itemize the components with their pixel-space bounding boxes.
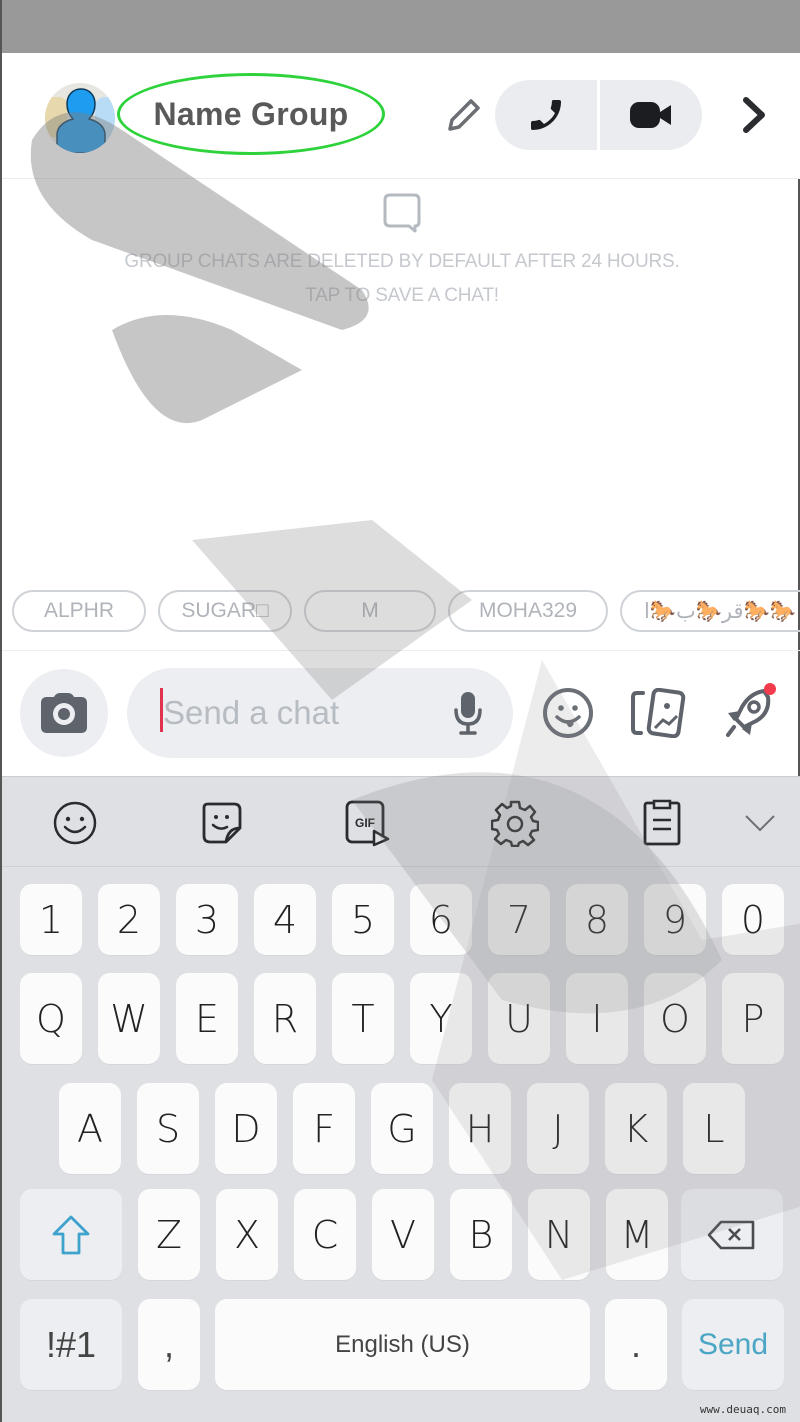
microphone-icon	[454, 692, 482, 735]
key-2[interactable]: 2	[98, 884, 160, 955]
key-6[interactable]: 6	[410, 884, 472, 955]
chat-input-container	[127, 668, 513, 758]
keyboard-collapse-button[interactable]	[734, 797, 786, 849]
shift-arrow-icon	[52, 1215, 90, 1254]
memories-button[interactable]	[628, 683, 688, 743]
key-x[interactable]: X	[216, 1189, 278, 1280]
keyboard: G I F !#1 , English (US) . Send www.deuaq.…	[2, 776, 800, 1422]
key-l[interactable]: L	[683, 1083, 745, 1174]
settings-gear-icon	[491, 800, 539, 847]
key-7[interactable]: 7	[488, 884, 550, 955]
chat-input[interactable]	[163, 668, 433, 758]
camera-icon	[41, 693, 87, 733]
key-w[interactable]: W	[98, 973, 160, 1064]
key-4[interactable]: 4	[254, 884, 316, 955]
svg-text:GIF: GIF	[355, 816, 375, 830]
save-chat-hint[interactable]: TAP TO SAVE A CHAT!	[2, 285, 800, 307]
key-s[interactable]: S	[137, 1083, 199, 1174]
key-c[interactable]: C	[294, 1189, 356, 1280]
key-5[interactable]: 5	[332, 884, 394, 955]
divider	[2, 650, 800, 651]
keyboard-clipboard-button[interactable]	[636, 797, 688, 849]
keyboard-gif-button[interactable]: GIF	[342, 797, 394, 849]
keyboard-toolbar: GIF	[2, 777, 800, 867]
key-3[interactable]: 3	[176, 884, 238, 955]
voice-call-button[interactable]	[495, 80, 597, 150]
key-j[interactable]: J	[527, 1083, 589, 1174]
games-button[interactable]	[718, 683, 778, 743]
smiley-icon	[543, 688, 593, 738]
notification-dot	[764, 683, 776, 695]
backspace-key[interactable]	[681, 1189, 783, 1280]
emoji-icon	[53, 801, 97, 845]
key-d[interactable]: D	[215, 1083, 277, 1174]
member-chip[interactable]: SUGAR□	[158, 590, 292, 632]
key-q[interactable]: Q	[20, 973, 82, 1064]
person-silhouette-icon	[56, 88, 106, 153]
key-m[interactable]: M	[606, 1189, 668, 1280]
key-p[interactable]: P	[722, 973, 784, 1064]
voice-note-button[interactable]	[447, 688, 489, 738]
call-actions	[495, 80, 702, 150]
chevron-right-icon	[743, 97, 765, 133]
chat-header: Name Group	[2, 53, 800, 179]
clipboard-icon	[643, 799, 681, 846]
member-chips: ALPHR SUGAR□ M MOHA329 قر🐎ب🐎ا🐎🐎	[12, 590, 800, 632]
bitmoji-button[interactable]	[538, 683, 598, 743]
key-n[interactable]: N	[528, 1189, 590, 1280]
group-name-title[interactable]: Name Group	[117, 73, 385, 155]
key-v[interactable]: V	[372, 1189, 434, 1280]
key-9[interactable]: 9	[644, 884, 706, 955]
key-k[interactable]: K	[605, 1083, 667, 1174]
retention-notice: GROUP CHATS ARE DELETED BY DEFAULT AFTER…	[124, 251, 680, 272]
member-chip[interactable]: قر🐎ب🐎ا🐎🐎	[620, 590, 800, 632]
camera-button[interactable]	[20, 669, 108, 757]
gif-icon: GIF	[345, 800, 390, 847]
video-camera-icon	[630, 102, 671, 128]
collapse-chevron-icon	[745, 815, 775, 832]
period-key[interactable]: .	[605, 1299, 667, 1390]
symbols-key[interactable]: !#1	[20, 1299, 122, 1390]
memories-cards-icon	[631, 688, 686, 738]
key-r[interactable]: R	[254, 973, 316, 1064]
more-button[interactable]	[730, 93, 778, 137]
status-bar	[2, 0, 800, 53]
send-key[interactable]: Send	[682, 1299, 784, 1390]
key-u[interactable]: U	[488, 973, 550, 1064]
key-g[interactable]: G	[371, 1083, 433, 1174]
key-b[interactable]: B	[450, 1189, 512, 1280]
site-watermark: www.deuaq.com	[699, 1403, 786, 1416]
space-key[interactable]: English (US)	[215, 1299, 590, 1390]
key-i[interactable]: I	[566, 973, 628, 1064]
key-0[interactable]: 0	[722, 884, 784, 955]
comma-key[interactable]: ,	[138, 1299, 200, 1390]
phone-icon	[531, 100, 561, 130]
key-8[interactable]: 8	[566, 884, 628, 955]
chat-bubble-icon	[383, 193, 421, 233]
keyboard-settings-button[interactable]	[489, 797, 541, 849]
member-chip[interactable]: MOHA329	[448, 590, 608, 632]
key-z[interactable]: Z	[138, 1189, 200, 1280]
video-call-button[interactable]	[600, 80, 702, 150]
key-h[interactable]: H	[449, 1083, 511, 1174]
keyboard-emoji-button[interactable]	[49, 797, 101, 849]
pencil-icon	[448, 99, 480, 131]
key-a[interactable]: A	[59, 1083, 121, 1174]
key-e[interactable]: E	[176, 973, 238, 1064]
group-avatar[interactable]	[45, 83, 115, 153]
key-f[interactable]: F	[293, 1083, 355, 1174]
key-t[interactable]: T	[332, 973, 394, 1064]
shift-key[interactable]	[20, 1189, 122, 1280]
edit-name-button[interactable]	[442, 93, 486, 137]
key-1[interactable]: 1	[20, 884, 82, 955]
sticker-icon	[202, 802, 242, 844]
key-o[interactable]: O	[644, 973, 706, 1064]
key-y[interactable]: Y	[410, 973, 472, 1064]
member-chip[interactable]: M	[304, 590, 436, 632]
member-chip[interactable]: ALPHR	[12, 590, 146, 632]
keyboard-sticker-button[interactable]	[196, 797, 248, 849]
backspace-icon	[707, 1220, 755, 1249]
